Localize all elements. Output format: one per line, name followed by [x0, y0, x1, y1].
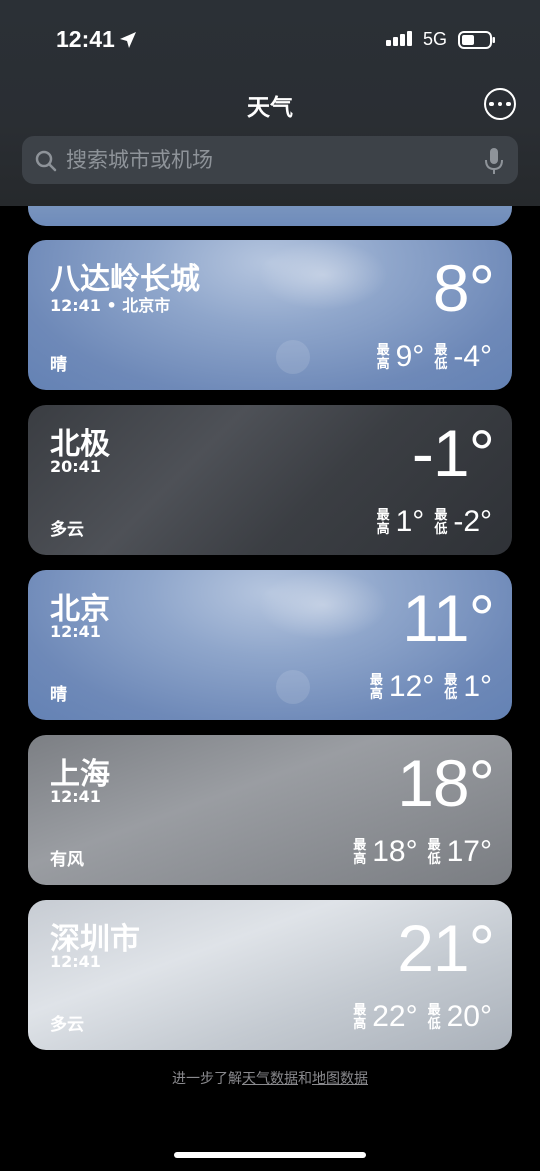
- high-low: 最高 18° 最低 17°: [353, 835, 492, 869]
- city-card[interactable]: 八达岭长城 12:41 • 北京市 晴 8° 最高 9° 最低 -4°: [28, 240, 512, 390]
- current-temp: 21°: [397, 911, 495, 985]
- low-label: 最低: [427, 837, 441, 866]
- current-temp: 18°: [397, 746, 495, 820]
- low-temp: 17°: [446, 835, 492, 868]
- current-temp: 8°: [432, 251, 495, 325]
- dot-icon: [506, 101, 511, 107]
- local-time: 12:41: [50, 787, 101, 806]
- search-icon: [35, 150, 57, 172]
- low-temp: 1°: [463, 670, 492, 703]
- high-low: 最高 22° 最低 20°: [353, 1000, 492, 1034]
- lens-flare: [276, 340, 310, 374]
- footer-and: 和: [298, 1071, 312, 1087]
- battery-icon: [458, 31, 495, 49]
- cellular-signal-icon: [386, 31, 412, 46]
- high-label: 最高: [353, 1002, 367, 1031]
- local-time: 12:41 • 北京市: [50, 296, 171, 315]
- current-temp: -1°: [411, 416, 495, 490]
- high-temp: 22°: [372, 1000, 418, 1033]
- city-card[interactable]: 深圳市 12:41 多云 21° 最高 22° 最低 20°: [28, 900, 512, 1050]
- city-card[interactable]: 北京 12:41 晴 11° 最高 12° 最低 1°: [28, 570, 512, 720]
- city-card[interactable]: 北极 20:41 多云 -1° 最高 1° 最低 -2°: [28, 405, 512, 555]
- low-temp: -4°: [453, 340, 492, 373]
- more-options-button[interactable]: [484, 88, 516, 120]
- high-low: 最高 12° 最低 1°: [370, 670, 492, 704]
- local-time: 20:41: [50, 457, 101, 476]
- condition: 多云: [50, 520, 84, 540]
- low-label: 最低: [434, 342, 448, 371]
- low-label: 最低: [434, 507, 448, 536]
- high-temp: 9°: [395, 340, 425, 373]
- high-low: 最高 1° 最低 -2°: [377, 505, 492, 539]
- city-card[interactable]: 上海 12:41 有风 18° 最高 18° 最低 17°: [28, 735, 512, 885]
- high-temp: 12°: [388, 670, 435, 703]
- sun-glow: [258, 240, 388, 310]
- high-temp: 1°: [395, 505, 425, 538]
- condition: 有风: [50, 850, 84, 870]
- low-label: 最低: [427, 1002, 441, 1031]
- condition: 晴: [50, 355, 67, 375]
- low-temp: -2°: [453, 505, 492, 538]
- data-sources-footer: 进一步了解天气数据和地图数据: [0, 1068, 540, 1088]
- status-time: 12:41: [56, 26, 115, 52]
- high-temp: 18°: [372, 835, 418, 868]
- location-arrow-icon: [120, 32, 136, 48]
- header: 12:41 5G 天气: [0, 0, 540, 206]
- search-bar[interactable]: [22, 136, 518, 184]
- local-time: 12:41: [50, 622, 101, 641]
- high-label: 最高: [376, 507, 390, 536]
- map-data-link[interactable]: 地图数据: [312, 1071, 368, 1087]
- home-indicator[interactable]: [174, 1152, 366, 1158]
- high-label: 最高: [376, 342, 390, 371]
- search-input[interactable]: [66, 136, 466, 184]
- footer-prefix: 进一步了解: [172, 1071, 242, 1087]
- weather-app-screen: 12:41 5G 天气 搜索城市或机场 八达岭长城 12:41 • 北京市 晴 …: [0, 0, 540, 1171]
- page-title: 天气: [247, 95, 293, 121]
- low-temp: 20°: [446, 1000, 492, 1033]
- dot-icon: [489, 101, 494, 107]
- microphone-icon[interactable]: [484, 147, 504, 175]
- current-temp: 11°: [402, 581, 495, 655]
- high-label: 最高: [369, 672, 383, 701]
- high-low: 最高 9° 最低 -4°: [377, 340, 492, 374]
- dot-icon: [497, 101, 503, 107]
- condition: 晴: [50, 685, 67, 705]
- weather-data-link[interactable]: 天气数据: [242, 1071, 298, 1087]
- high-label: 最高: [353, 837, 367, 866]
- low-label: 最低: [444, 672, 458, 701]
- condition: 多云: [50, 1015, 84, 1035]
- lens-flare: [276, 670, 310, 704]
- sun-glow: [258, 570, 388, 640]
- network-type: 5G: [423, 29, 448, 49]
- local-time: 12:41: [50, 952, 101, 971]
